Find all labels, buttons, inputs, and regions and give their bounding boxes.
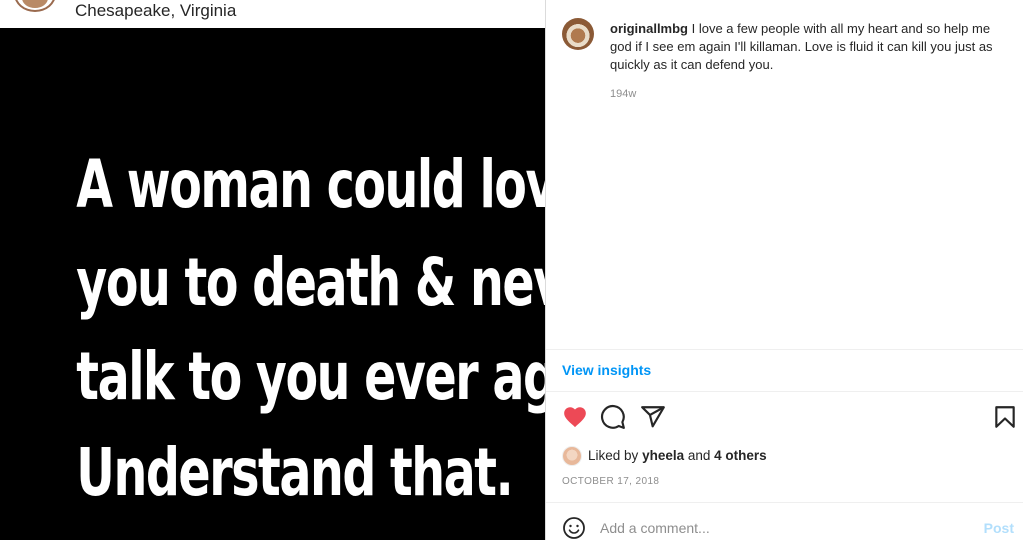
likes-summary: Liked by yheela and 4 others xyxy=(562,446,767,467)
post-caption: originallmbg I love a few people with al… xyxy=(610,20,1006,74)
post-comment-button[interactable]: Post xyxy=(984,520,1014,536)
likes-others-link[interactable]: 4 others xyxy=(714,448,767,463)
liker-username[interactable]: yheela xyxy=(642,448,684,463)
comment-input[interactable] xyxy=(600,518,970,538)
likes-joiner: and xyxy=(687,448,711,463)
divider xyxy=(546,349,1023,350)
emoji-icon[interactable] xyxy=(562,516,586,540)
post-details-panel: originallmbg I love a few people with al… xyxy=(545,0,1023,540)
image-text-line: Understand that. xyxy=(76,434,513,511)
post-header: Chesapeake, Virginia xyxy=(0,0,545,28)
likes-prefix: Liked by xyxy=(588,448,639,463)
comment-bar: Post xyxy=(546,504,1023,540)
caption-avatar[interactable] xyxy=(562,18,594,50)
save-icon[interactable] xyxy=(992,404,1018,430)
image-text-line: A woman could love xyxy=(76,146,545,223)
heart-icon[interactable] xyxy=(562,404,588,430)
comment-icon[interactable] xyxy=(600,404,626,430)
author-avatar[interactable] xyxy=(14,0,56,12)
liker-avatar[interactable] xyxy=(562,446,582,467)
post-date: OCTOBER 17, 2018 xyxy=(562,476,660,487)
share-icon[interactable] xyxy=(640,404,666,430)
post-actions xyxy=(562,404,1016,430)
image-text-line: talk to you ever again. xyxy=(76,338,545,415)
post-image[interactable]: A woman could love you to death & never … xyxy=(0,28,545,540)
caption-username[interactable]: originallmbg xyxy=(610,21,688,36)
post-location[interactable]: Chesapeake, Virginia xyxy=(75,0,236,22)
image-text-line: you to death & never xyxy=(76,244,545,321)
caption-time-ago: 194w xyxy=(610,88,637,100)
divider xyxy=(546,502,1023,503)
post-media-panel: Chesapeake, Virginia A woman could love … xyxy=(0,0,545,540)
view-insights-link[interactable]: View insights xyxy=(562,362,651,378)
divider xyxy=(546,391,1023,392)
